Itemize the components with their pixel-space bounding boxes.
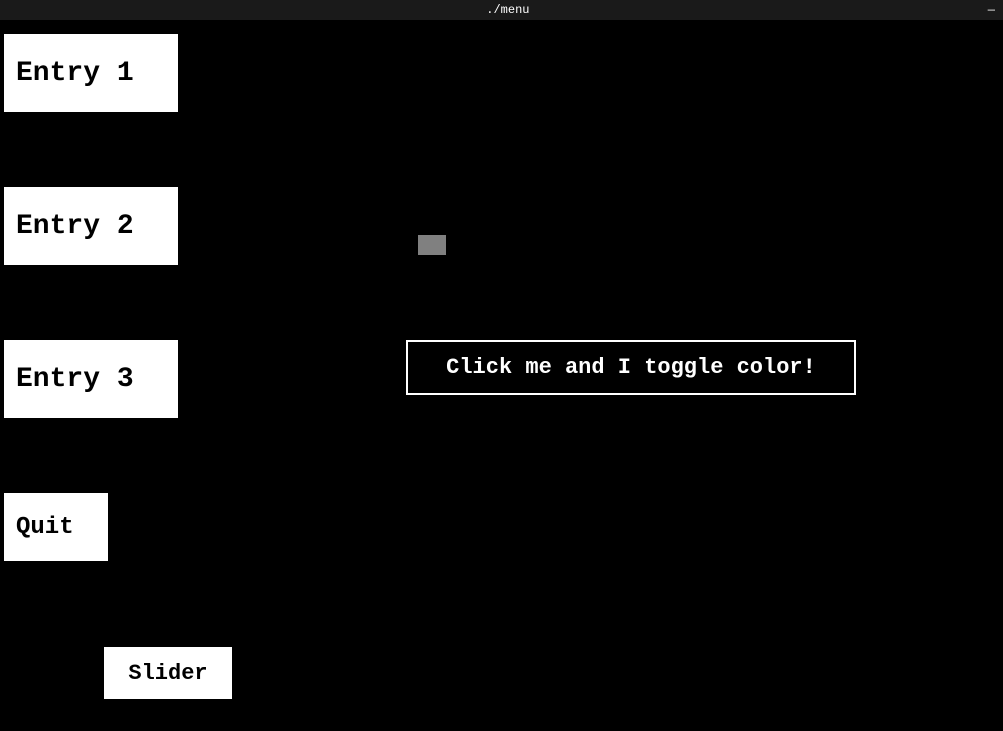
close-button[interactable]: — bbox=[988, 3, 995, 17]
main-area: Entry 1 Entry 2 Entry 3 Quit Slider Clic… bbox=[0, 20, 1003, 731]
entry1-button[interactable]: Entry 1 bbox=[4, 34, 178, 112]
entry2-button[interactable]: Entry 2 bbox=[4, 187, 178, 265]
cursor-indicator bbox=[418, 235, 446, 255]
entry3-button[interactable]: Entry 3 bbox=[4, 340, 178, 418]
title-bar: ./menu — bbox=[0, 0, 1003, 20]
quit-button[interactable]: Quit bbox=[4, 493, 108, 561]
window-title: ./menu bbox=[28, 3, 988, 17]
toggle-color-button[interactable]: Click me and I toggle color! bbox=[406, 340, 856, 395]
slider-button[interactable]: Slider bbox=[104, 647, 232, 699]
